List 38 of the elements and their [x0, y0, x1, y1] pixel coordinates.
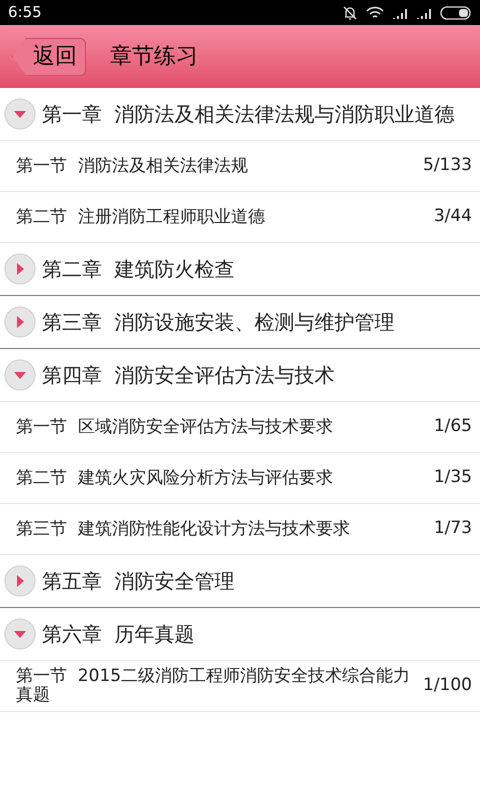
signal-icon [416, 6, 432, 18]
back-button[interactable]: 返回 [12, 38, 86, 76]
section-row[interactable]: 第一节 区域消防安全评估方法与技术要求 1/65 [0, 402, 480, 453]
section-row[interactable]: 第一节 消防法及相关法律法规 5/133 [0, 141, 480, 192]
progress-count: 3/44 [434, 205, 472, 228]
section-row[interactable]: 第一节 2015二级消防工程师消防安全技术综合能力真题 1/100 [0, 661, 480, 712]
section-row[interactable]: 第二节 注册消防工程师职业道德 3/44 [0, 192, 480, 243]
signal-icon [392, 6, 408, 18]
muted-bell-icon [342, 4, 358, 20]
chapter-title: 第六章 历年真题 [42, 621, 195, 648]
section-title: 第一节 消防法及相关法律法规 [16, 156, 249, 176]
chapter-row[interactable]: 第三章 消防设施安装、检测与维护管理 [0, 296, 480, 349]
chapter-title: 第四章 消防安全评估方法与技术 [42, 362, 335, 389]
status-time: 6:55 [8, 2, 42, 24]
section-title: 第一节 区域消防安全评估方法与技术要求 [16, 418, 334, 436]
progress-count: 1/65 [434, 415, 472, 438]
chapter-title: 第一章 消防法及相关法律法规与消防职业道德 [42, 101, 455, 128]
chapter-row[interactable]: 第六章 历年真题 [0, 608, 480, 661]
section-row[interactable]: 第二节 建筑火灾风险分析方法与评估要求 1/35 [0, 453, 480, 504]
chapter-title: 第五章 消防安全管理 [42, 568, 235, 595]
battery-icon [440, 6, 472, 20]
section-title: 第二节 注册消防工程师职业道德 [16, 208, 266, 226]
chapter-row[interactable]: 第四章 消防安全评估方法与技术 [0, 349, 480, 402]
chapter-row[interactable]: 第二章 建筑防火检查 [0, 243, 480, 296]
chapter-title: 第三章 消防设施安装、检测与维护管理 [42, 309, 395, 336]
section-title: 第二节 建筑火灾风险分析方法与评估要求 [16, 468, 334, 488]
section-title: 第一节 2015二级消防工程师消防安全技术综合能力真题 [16, 667, 411, 705]
chapter-row[interactable]: 第五章 消防安全管理 [0, 555, 480, 608]
page-title: 章节练习 [110, 43, 198, 71]
progress-count: 5/133 [423, 154, 472, 178]
progress-count: 1/100 [423, 674, 472, 698]
wifi-icon [366, 6, 384, 20]
progress-count: 1/35 [434, 466, 472, 490]
section-row[interactable]: 第三节 建筑消防性能化设计方法与技术要求 1/73 [0, 504, 480, 555]
chapter-row[interactable]: 第一章 消防法及相关法律法规与消防职业道德 [0, 88, 480, 141]
progress-count: 1/73 [434, 517, 472, 540]
section-title: 第三节 建筑消防性能化设计方法与技术要求 [16, 520, 351, 538]
chapter-title: 第二章 建筑防火检查 [42, 256, 235, 283]
